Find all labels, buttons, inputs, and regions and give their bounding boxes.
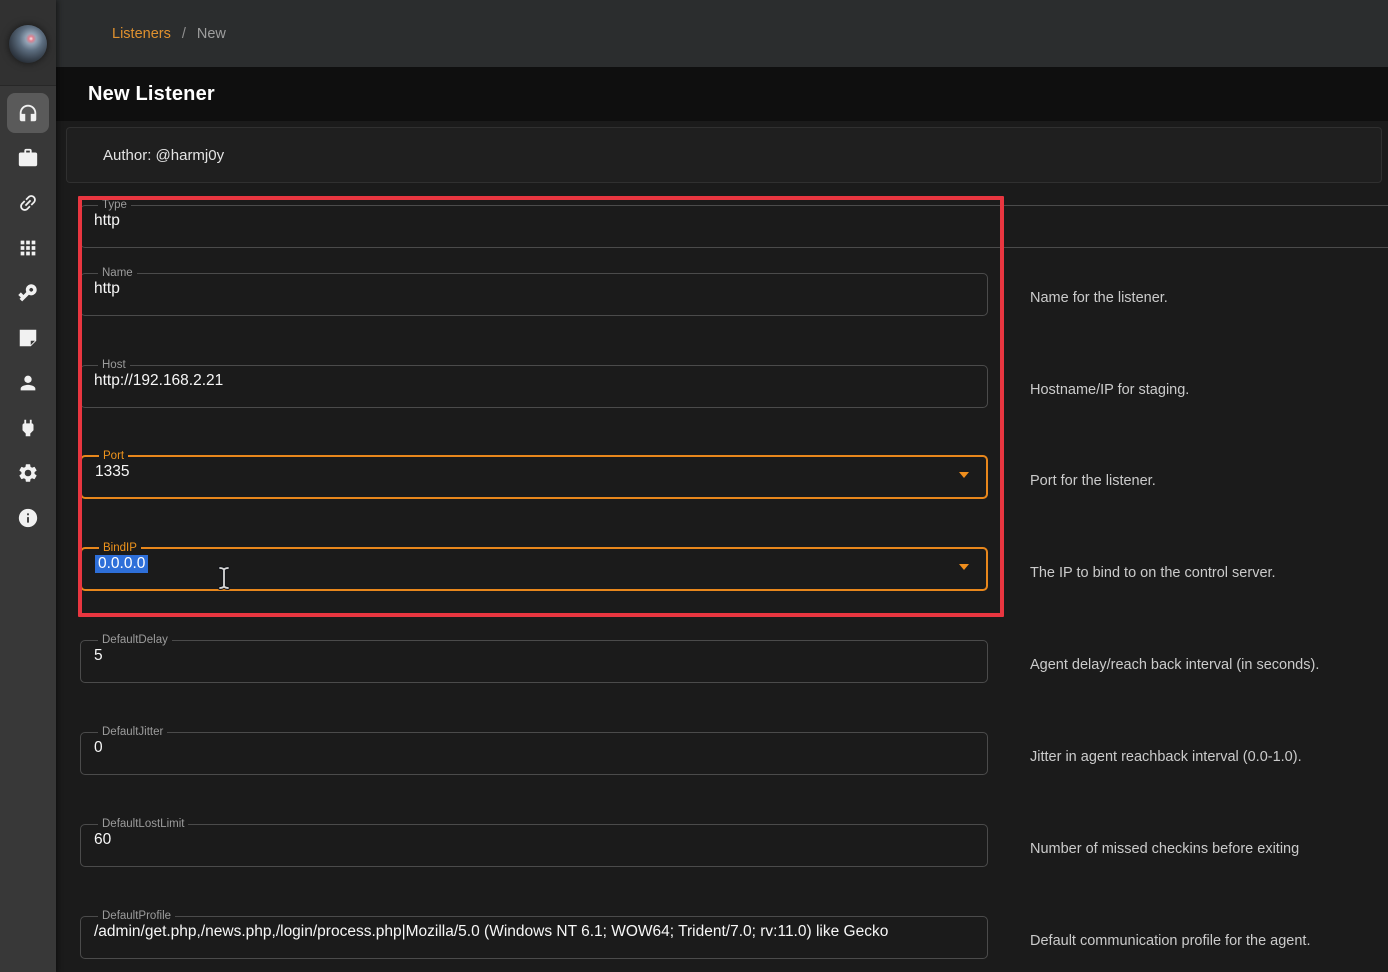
note-icon (17, 327, 39, 349)
sidebar-item-users[interactable] (7, 363, 49, 403)
grid-icon (17, 237, 39, 259)
dropdown-arrow-icon[interactable] (959, 564, 969, 570)
briefcase-icon (17, 147, 39, 169)
field-label: Port (99, 450, 128, 462)
sidebar-item-plugins[interactable] (7, 408, 49, 448)
field-value[interactable]: /admin/get.php,/news.php,/login/process.… (93, 923, 975, 941)
field-value[interactable]: 0 (93, 739, 975, 757)
key-icon (17, 282, 39, 304)
field-port[interactable]: Port1335 (80, 450, 988, 499)
field-defaultprofile[interactable]: DefaultProfile/admin/get.php,/news.php,/… (80, 910, 988, 959)
field-description: Hostname/IP for staging. (1030, 381, 1388, 399)
starkiller-window: Listeners / New New Listener Author: @ha… (0, 0, 1388, 972)
field-type[interactable]: Typehttp (80, 199, 1388, 248)
field-label: DefaultProfile (98, 910, 175, 922)
field-label: Name (98, 267, 137, 279)
field-description: Port for the listener. (1030, 472, 1388, 490)
breadcrumb: Listeners / New (112, 0, 226, 67)
field-description: Jitter in agent reachback interval (0.0-… (1030, 748, 1388, 766)
sidebar-item-modules[interactable] (7, 228, 49, 268)
sidebar-item-listeners[interactable] (7, 93, 49, 133)
plug-icon (17, 417, 39, 439)
field-label: DefaultDelay (98, 634, 172, 646)
logo-block (0, 0, 56, 86)
headphones-icon (17, 102, 39, 124)
field-label: DefaultJitter (98, 726, 167, 738)
topbar: Listeners / New (56, 0, 1388, 67)
sidebar-item-settings[interactable] (7, 453, 49, 493)
field-label: BindIP (99, 542, 141, 554)
link-icon (17, 192, 39, 214)
sidebar-item-agents[interactable] (7, 183, 49, 223)
field-value[interactable]: 1335 (94, 463, 974, 481)
breadcrumb-separator: / (182, 26, 186, 42)
user-icon (17, 372, 39, 394)
sidebar-item-reporting[interactable] (7, 318, 49, 358)
field-value[interactable]: 60 (93, 831, 975, 849)
field-description: Number of missed checkins before exiting (1030, 840, 1388, 858)
field-description: Agent delay/reach back interval (in seco… (1030, 656, 1388, 674)
sidebar-item-stagers[interactable] (7, 138, 49, 178)
author-line: Author: @harmj0y (103, 128, 224, 182)
field-label: DefaultLostLimit (98, 818, 188, 830)
page-header: New Listener (56, 67, 1388, 121)
field-value[interactable]: 0.0.0.0 (94, 555, 974, 573)
field-value[interactable]: http (93, 212, 1388, 230)
field-name[interactable]: Namehttp (80, 267, 988, 316)
field-label: Host (98, 359, 130, 371)
field-defaultlostlimit[interactable]: DefaultLostLimit60 (80, 818, 988, 867)
starkiller-logo-icon[interactable] (9, 25, 47, 63)
field-host[interactable]: Hosthttp://192.168.2.21 (80, 359, 988, 408)
sidebar (0, 0, 56, 972)
field-defaultjitter[interactable]: DefaultJitter0 (80, 726, 988, 775)
field-value[interactable]: http (93, 280, 975, 298)
sidebar-item-credentials[interactable] (7, 273, 49, 313)
info-icon (17, 507, 39, 529)
dropdown-arrow-icon[interactable] (959, 472, 969, 478)
field-bindip[interactable]: BindIP0.0.0.0 (80, 542, 988, 591)
field-description: Default communication profile for the ag… (1030, 932, 1388, 950)
field-description: The IP to bind to on the control server. (1030, 564, 1388, 582)
field-value[interactable]: http://192.168.2.21 (93, 372, 975, 390)
field-defaultdelay[interactable]: DefaultDelay5 (80, 634, 988, 683)
gear-icon (17, 462, 39, 484)
sidebar-item-about[interactable] (7, 498, 49, 538)
breadcrumb-link-listeners[interactable]: Listeners (112, 26, 171, 42)
field-value[interactable]: 5 (93, 647, 975, 665)
field-description: Name for the listener. (1030, 289, 1388, 307)
field-label: Type (98, 199, 131, 211)
author-card: Author: @harmj0y (66, 127, 1382, 183)
breadcrumb-current-new: New (197, 26, 226, 42)
selected-text: 0.0.0.0 (95, 555, 148, 573)
page-title: New Listener (88, 67, 215, 121)
new-listener-form: Author: @harmj0y TypehttpNamehttpName fo… (56, 121, 1388, 972)
